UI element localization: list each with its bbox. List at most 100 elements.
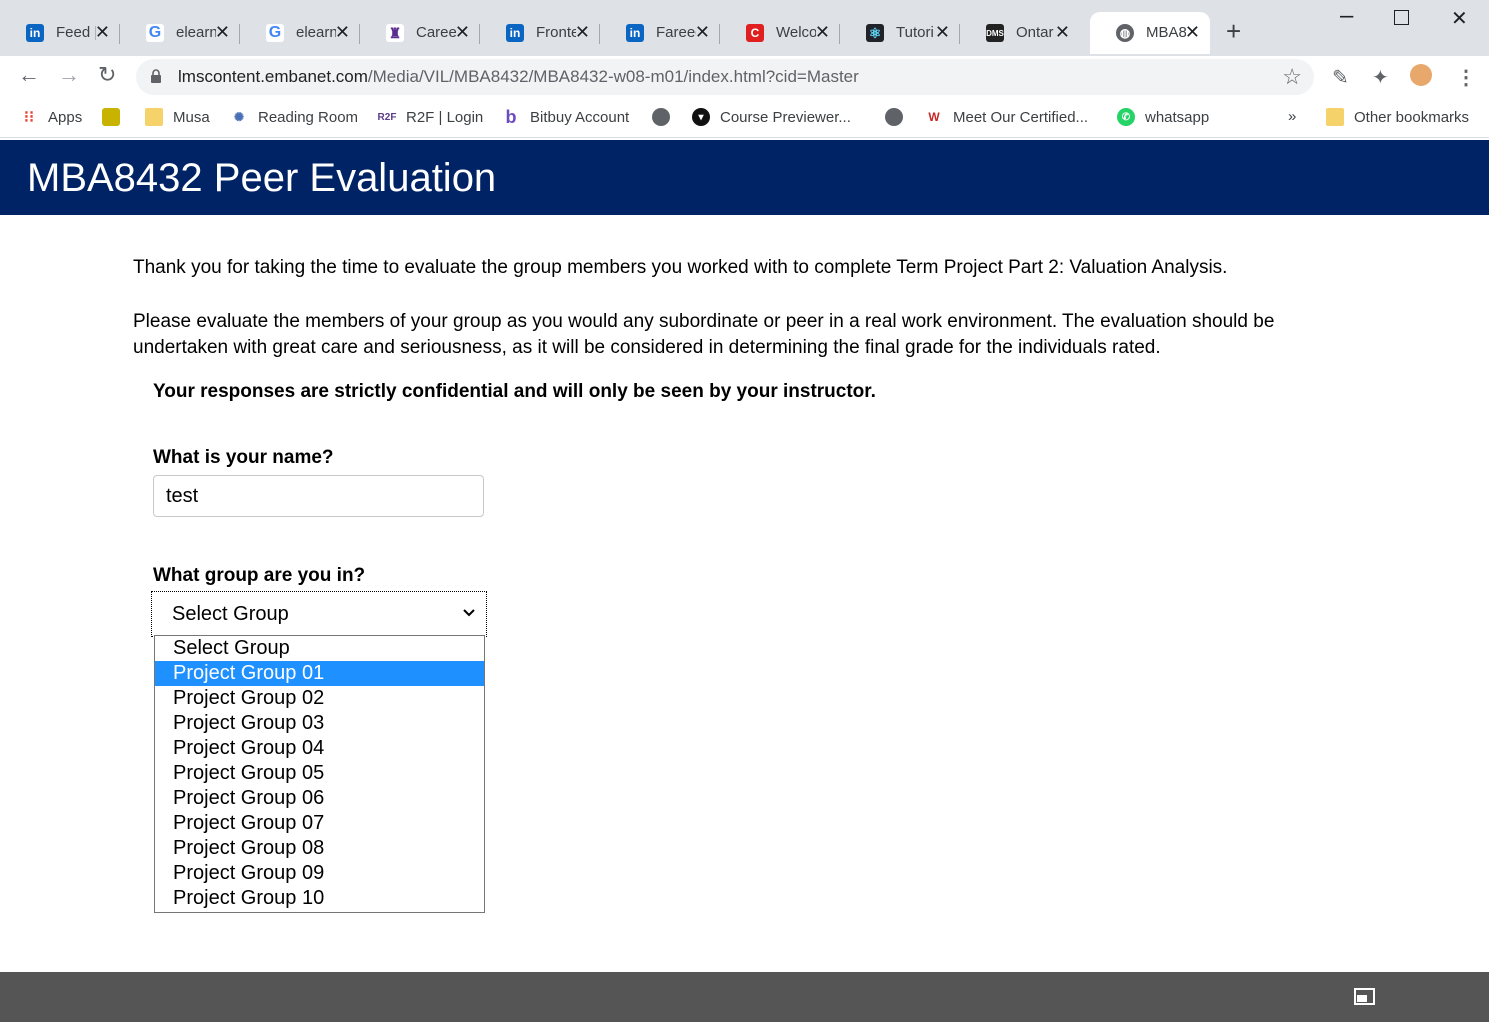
folder-icon <box>1326 108 1344 126</box>
page-footer <box>0 972 1489 1022</box>
minimize-button[interactable]: – <box>1340 2 1353 30</box>
tab-title: Welco <box>776 24 816 41</box>
tab-title: elearn <box>176 24 216 41</box>
tab-ontario[interactable]: DMS Ontar ✕ <box>960 14 1080 52</box>
name-question-label: What is your name? <box>153 447 334 468</box>
react-icon: ⚛ <box>866 24 884 42</box>
close-icon[interactable]: ✕ <box>335 22 350 42</box>
globe-icon: ◍ <box>1116 24 1134 42</box>
reload-icon[interactable]: ↻ <box>98 64 116 86</box>
group-select[interactable]: Select Group <box>151 591 487 637</box>
back-arrow-icon[interactable]: ← <box>18 64 40 86</box>
tab-title: Career <box>416 24 456 41</box>
university-icon: ♜ <box>386 24 404 42</box>
tab-welcome[interactable]: C Welco ✕ <box>720 14 840 52</box>
bookmark-label: Bitbuy Account <box>530 108 630 126</box>
r2f-icon: R2F <box>377 111 397 123</box>
tab-fronte[interactable]: in Fronte ✕ <box>480 14 600 52</box>
tab-strip: in Feed | ✕ G elearn ✕ G elearn ✕ ♜ Care… <box>0 0 1489 56</box>
close-icon[interactable]: ✕ <box>1055 22 1070 42</box>
close-icon[interactable]: ✕ <box>455 22 470 42</box>
dropdown-option[interactable]: Project Group 03 <box>155 711 484 736</box>
page-header: MBA8432 Peer Evaluation <box>0 140 1489 215</box>
close-icon[interactable]: ✕ <box>95 22 110 42</box>
window-close-button[interactable]: ✕ <box>1451 6 1468 31</box>
dropdown-option[interactable]: Project Group 06 <box>155 786 484 811</box>
bookmark-meet-certified[interactable]: W Meet Our Certified... <box>925 108 1088 126</box>
bookmark-star-icon[interactable]: ☆ <box>1282 64 1302 90</box>
forward-arrow-icon[interactable]: → <box>58 64 80 86</box>
dropdown-option-highlighted[interactable]: Project Group 01 <box>155 661 484 686</box>
close-icon[interactable]: ✕ <box>575 22 590 42</box>
maximize-button[interactable] <box>1394 10 1409 25</box>
tab-feed[interactable]: in Feed | ✕ <box>0 14 120 52</box>
group-dropdown-list: Select Group Project Group 01 Project Gr… <box>154 635 485 913</box>
extensions-icon[interactable]: ✦ <box>1372 65 1389 90</box>
certified-icon: W <box>928 110 940 124</box>
bookmark-r2f[interactable]: R2F R2F | Login <box>377 108 484 126</box>
dropdown-option[interactable]: Project Group 02 <box>155 686 484 711</box>
intro-text: Thank you for taking the time to evaluat… <box>133 257 1228 278</box>
bitbuy-icon: b <box>505 106 517 127</box>
tab-title: Ontar <box>1016 24 1054 41</box>
bookmark-label: Musa <box>173 108 210 126</box>
close-icon[interactable]: ✕ <box>695 22 710 42</box>
fullscreen-toggle-icon[interactable] <box>1354 988 1375 1005</box>
bookmark-reading-room[interactable]: ✺ Reading Room <box>230 108 358 126</box>
bookmark-globe-2[interactable] <box>885 108 913 126</box>
close-icon[interactable]: ✕ <box>1185 22 1200 42</box>
dropdown-option[interactable]: Project Group 04 <box>155 736 484 761</box>
group-select-value: Select Group <box>172 603 289 625</box>
bookmark-musa[interactable]: Musa <box>145 108 210 126</box>
bookmark-other[interactable]: Other bookmarks <box>1326 108 1469 126</box>
globe-icon <box>885 108 903 126</box>
bookmark-label: Course Previewer... <box>720 108 851 126</box>
dropdown-option[interactable]: Project Group 05 <box>155 761 484 786</box>
bookmark-whatsapp[interactable]: ✆ whatsapp <box>1117 108 1209 126</box>
tab-career[interactable]: ♜ Career ✕ <box>360 14 480 52</box>
tab-title: Tutori <box>896 24 934 41</box>
eyedropper-icon[interactable]: ✎ <box>1332 65 1349 90</box>
dropdown-option[interactable]: Project Group 10 <box>155 886 484 911</box>
tab-fareed[interactable]: in Fareed ✕ <box>600 14 720 52</box>
name-input[interactable] <box>153 475 484 517</box>
google-icon: G <box>146 24 164 42</box>
avatar[interactable] <box>1410 64 1432 86</box>
dropdown-option[interactable]: Project Group 08 <box>155 836 484 861</box>
tab-title: Fronte <box>536 24 576 41</box>
tab-tutorial[interactable]: ⚛ Tutori ✕ <box>840 14 960 52</box>
course-previewer-icon: ▾ <box>692 108 710 126</box>
tab-title: Fareed <box>656 24 696 41</box>
linkedin-icon: in <box>506 24 524 42</box>
bookmark-globe[interactable] <box>652 108 680 126</box>
linkedin-icon: in <box>26 24 44 42</box>
tab-mba8432-active[interactable]: ◍ MBA8 ✕ <box>1090 12 1210 54</box>
bookmarks-overflow-button[interactable]: » <box>1288 108 1296 125</box>
address-bar[interactable]: lmscontent.embanet.com/Media/VIL/MBA8432… <box>136 59 1314 95</box>
close-icon[interactable]: ✕ <box>215 22 230 42</box>
dropdown-option[interactable]: Select Group <box>155 636 484 661</box>
menu-kebab-icon[interactable]: ⋮ <box>1456 65 1476 90</box>
apps-grid-icon: ⁝⁝ <box>23 109 35 126</box>
bookmark-label: R2F | Login <box>406 108 484 126</box>
chevron-down-icon <box>463 609 475 617</box>
bookmarks-bar: ⁝⁝ Apps Musa ✺ Reading Room R2F R2F | Lo… <box>0 98 1489 138</box>
close-icon[interactable]: ✕ <box>935 22 950 42</box>
google-icon: G <box>266 24 284 42</box>
dropdown-option[interactable]: Project Group 07 <box>155 811 484 836</box>
bookmark-course-previewer[interactable]: ▾ Course Previewer... <box>692 108 851 126</box>
bookmark-bitbuy[interactable]: b Bitbuy Account <box>502 106 630 127</box>
tab-elearn-1[interactable]: G elearn ✕ <box>120 14 240 52</box>
close-icon[interactable]: ✕ <box>815 22 830 42</box>
bookmark-apps[interactable]: ⁝⁝ Apps <box>20 108 82 127</box>
dropdown-option[interactable]: Project Group 09 <box>155 861 484 886</box>
url-text: lmscontent.embanet.com/Media/VIL/MBA8432… <box>178 67 859 87</box>
linkedin-icon: in <box>626 24 644 42</box>
new-tab-button[interactable]: + <box>1226 18 1241 44</box>
folder-icon <box>145 108 163 126</box>
bookmark-turtle[interactable] <box>102 108 130 126</box>
tab-title: MBA8 <box>1146 24 1186 41</box>
turtle-icon <box>102 108 120 126</box>
bookmark-label: » <box>1288 108 1297 125</box>
tab-elearn-2[interactable]: G elearn ✕ <box>240 14 360 52</box>
